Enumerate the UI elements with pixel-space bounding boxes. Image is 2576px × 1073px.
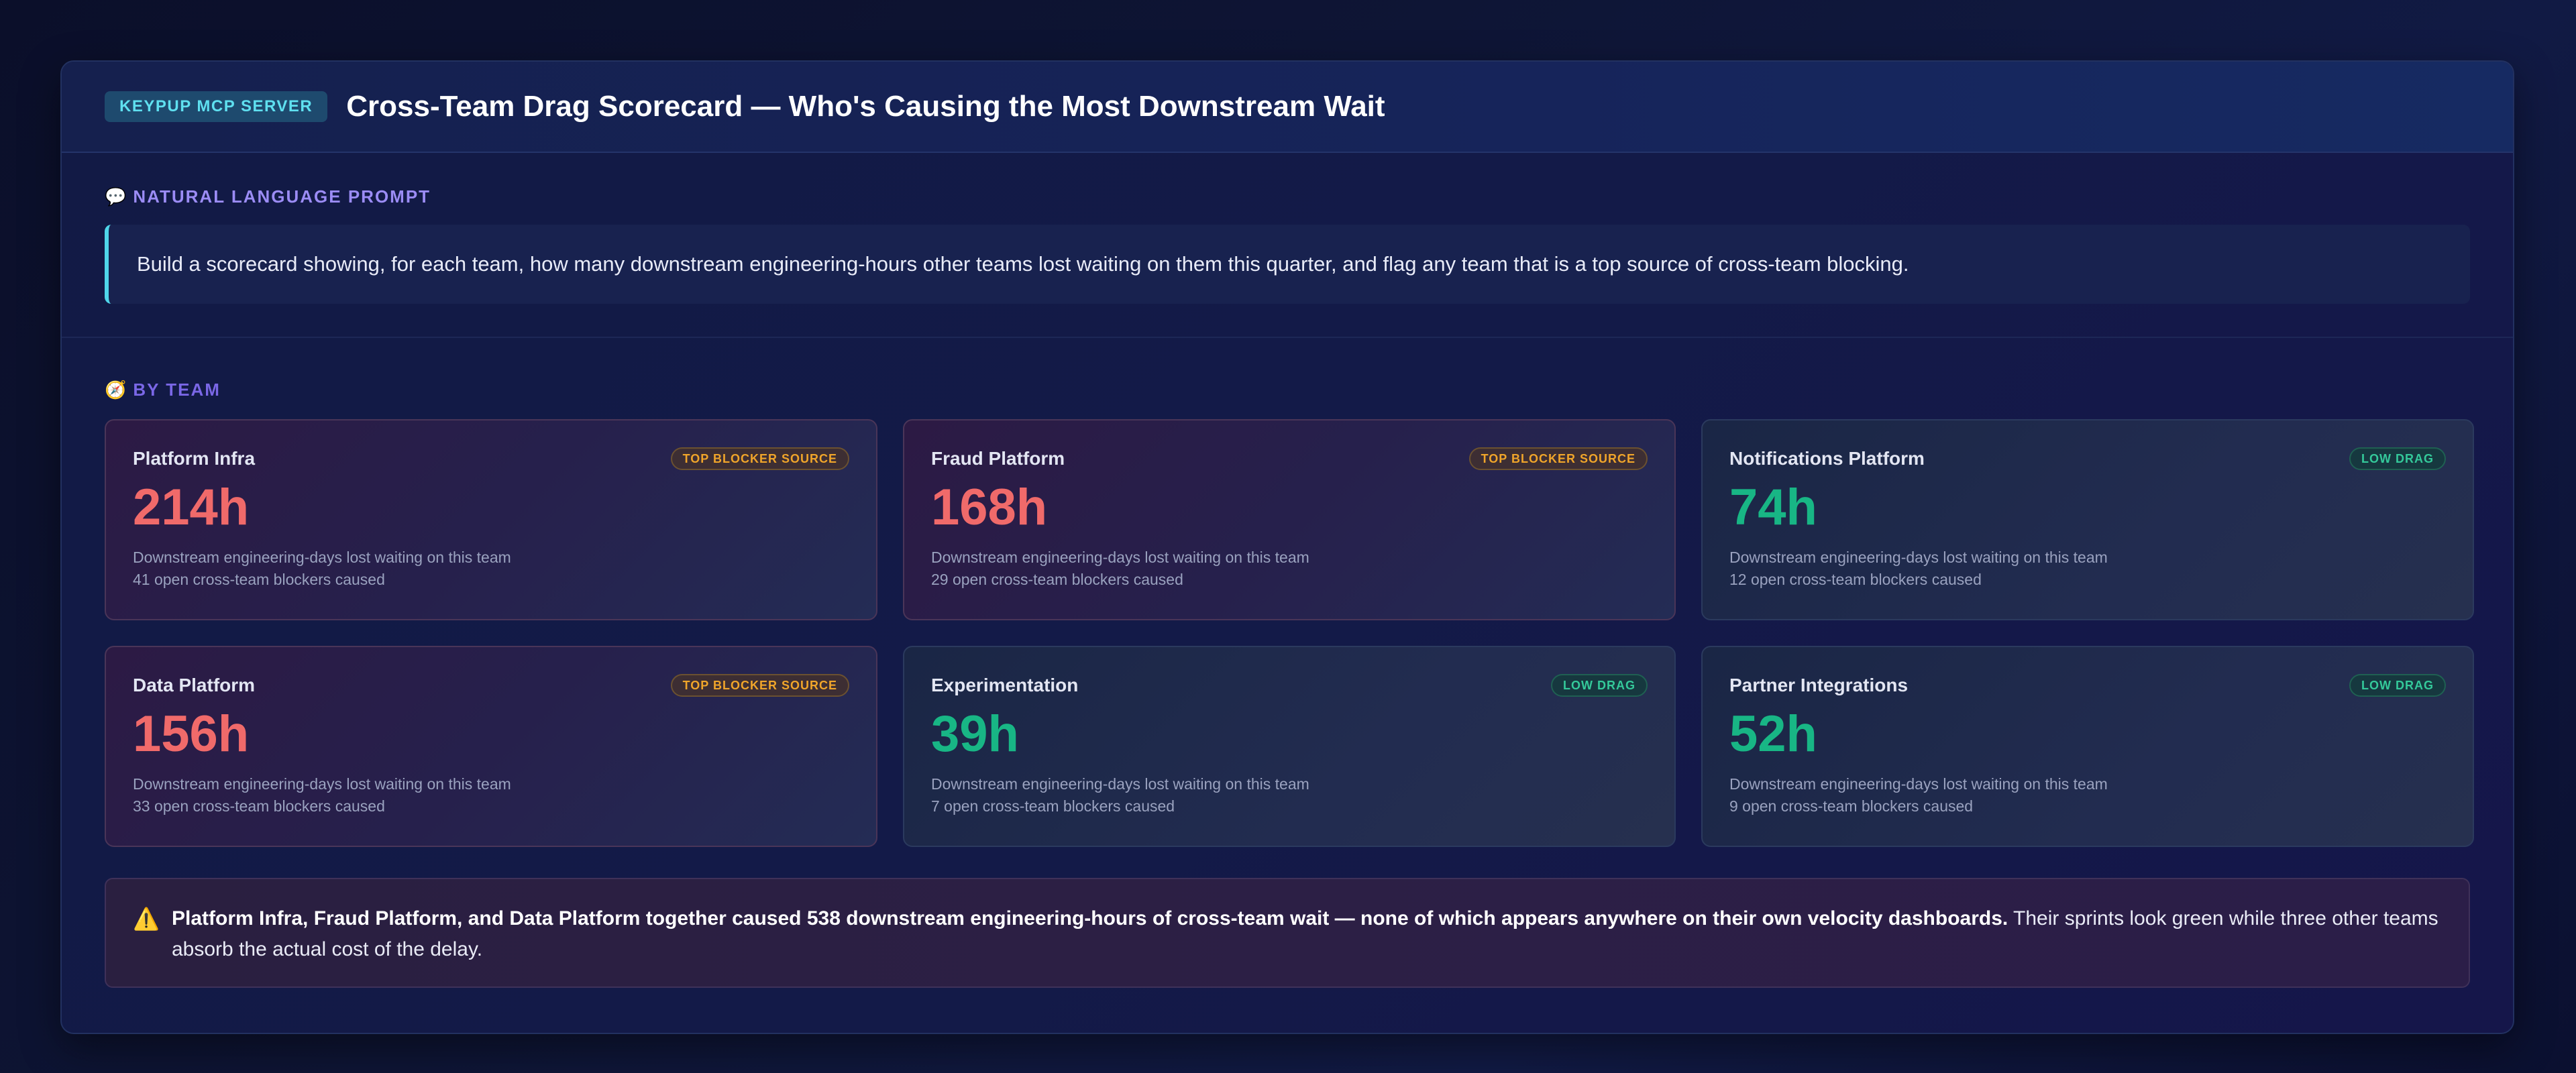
blockers-count: 33 open cross-team blockers caused: [133, 797, 385, 815]
hours-value: 214h: [133, 479, 250, 536]
compass-icon: 🧭: [105, 380, 127, 400]
prompt-label: 💬 NATURAL LANGUAGE PROMPT: [105, 186, 2470, 207]
team-name: Experimentation: [931, 675, 1079, 695]
hours-value: 74h: [1729, 479, 1817, 536]
hours-value: 168h: [931, 479, 1048, 536]
hours-description: Downstream engineering-days lost waiting…: [1729, 775, 2108, 793]
prompt-label-text: NATURAL LANGUAGE PROMPT: [133, 186, 431, 207]
status-badge: TOP BLOCKER SOURCE: [670, 674, 849, 697]
callout-text: Platform Infra, Fraud Platform, and Data…: [172, 903, 2442, 986]
team-grid: Platform Infra TOP BLOCKER SOURCE 214h D…: [105, 419, 2474, 847]
status-badge: LOW DRAG: [2349, 674, 2446, 697]
team-name: Fraud Platform: [931, 448, 1065, 469]
scorecard-panel: KEYPUP MCP SERVER Cross-Team Drag Scorec…: [60, 60, 2514, 1034]
by-team-label: 🧭 BY TEAM: [105, 380, 2470, 400]
server-tag: KEYPUP MCP SERVER: [105, 91, 328, 122]
blockers-count: 7 open cross-team blockers caused: [931, 797, 1175, 815]
team-card: Platform Infra TOP BLOCKER SOURCE 214h D…: [105, 419, 877, 620]
hours-description: Downstream engineering-days lost waiting…: [931, 775, 1309, 793]
prompt-text: Build a scorecard showing, for each team…: [105, 225, 2470, 304]
team-card: Data Platform TOP BLOCKER SOURCE 156h Do…: [105, 646, 877, 847]
page-title: Cross-Team Drag Scorecard — Who's Causin…: [346, 90, 1385, 123]
hours-value: 156h: [133, 705, 250, 763]
callout-bold: Platform Infra, Fraud Platform, and Data…: [172, 907, 2008, 929]
team-card: Experimentation LOW DRAG 39h Downstream …: [903, 646, 1676, 847]
team-card: Fraud Platform TOP BLOCKER SOURCE 168h D…: [903, 419, 1676, 620]
header: KEYPUP MCP SERVER Cross-Team Drag Scorec…: [62, 62, 2513, 153]
blockers-count: 41 open cross-team blockers caused: [133, 571, 385, 588]
hours-description: Downstream engineering-days lost waiting…: [931, 549, 1309, 566]
blockers-count: 9 open cross-team blockers caused: [1729, 797, 1974, 815]
team-name: Partner Integrations: [1729, 675, 1909, 695]
team-card: Notifications Platform LOW DRAG 74h Down…: [1701, 419, 2474, 620]
team-card: Partner Integrations LOW DRAG 52h Downst…: [1701, 646, 2474, 847]
blockers-count: 29 open cross-team blockers caused: [931, 571, 1183, 588]
hours-description: Downstream engineering-days lost waiting…: [1729, 549, 2108, 566]
team-name: Notifications Platform: [1729, 448, 1925, 469]
status-badge: TOP BLOCKER SOURCE: [670, 447, 849, 470]
hours-value: 39h: [931, 705, 1019, 763]
by-team-label-text: BY TEAM: [133, 380, 221, 400]
team-name: Data Platform: [133, 675, 256, 695]
insight-callout: ⚠️ Platform Infra, Fraud Platform, and D…: [105, 878, 2470, 988]
team-name: Platform Infra: [133, 448, 256, 469]
hours-description: Downstream engineering-days lost waiting…: [133, 549, 511, 566]
warning-icon: ⚠️: [133, 907, 160, 931]
team-section: 🧭 BY TEAM Platform Infra TOP BLOCKER SOU…: [62, 338, 2513, 988]
status-badge: LOW DRAG: [1551, 674, 1648, 697]
hours-value: 52h: [1729, 705, 1817, 763]
hours-description: Downstream engineering-days lost waiting…: [133, 775, 511, 793]
blockers-count: 12 open cross-team blockers caused: [1729, 571, 1982, 588]
status-badge: LOW DRAG: [2349, 447, 2446, 470]
speech-bubble-icon: 💬: [105, 186, 127, 207]
prompt-section: 💬 NATURAL LANGUAGE PROMPT Build a scorec…: [62, 153, 2513, 338]
status-badge: TOP BLOCKER SOURCE: [1468, 447, 1648, 470]
